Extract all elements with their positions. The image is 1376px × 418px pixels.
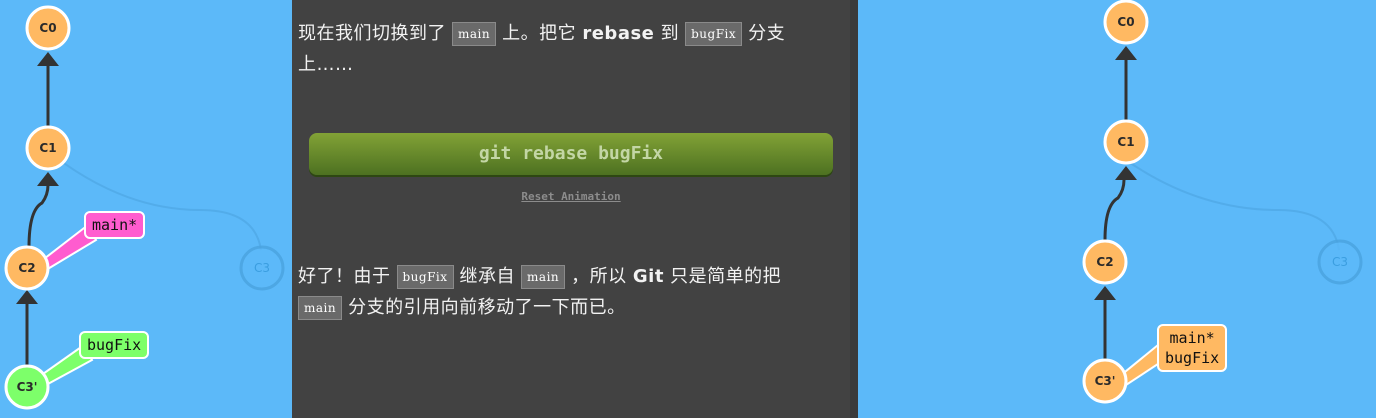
para2-text-4: 只是简单的把 xyxy=(670,266,782,287)
para1-text-2: 上。把它 xyxy=(502,23,577,44)
right-graph-svg: C0 C1 C2 C3 C3' xyxy=(1082,0,1363,404)
right-edge-c2-c1 xyxy=(1103,179,1126,241)
dialog-panel: 现在我们切换到了 main 上。把它 rebase 到 bugFix 分支上…… git… xyxy=(292,0,858,418)
left-commit-c2-label: C2 xyxy=(18,261,35,275)
para2-code-bugfix: bugFix xyxy=(396,265,454,289)
right-commit-c3-label: C3 xyxy=(1332,255,1348,269)
instruction-paragraph-2: 好了！由于 bugFix 继承自 main ，所以 Git 只是简单的把 main 分支的引… xyxy=(298,261,838,323)
right-arrowhead-c1 xyxy=(1115,166,1137,180)
para2-text-2: 继承自 xyxy=(459,266,516,287)
run-command-button[interactable]: git rebase bugFix xyxy=(309,133,833,175)
left-commit-graph: C0 C1 C2 C3 C3' main* bugFix xyxy=(0,0,292,418)
para1-text-3: 到 xyxy=(660,23,680,44)
left-commit-c3-label: C3 xyxy=(254,261,270,275)
para2-text-1: 好了！由于 xyxy=(298,266,391,287)
left-edge-c2-c1 xyxy=(27,184,50,248)
left-branch-bugfix[interactable]: bugFix xyxy=(79,331,150,359)
para2-text-5: 分支的引用向前移动了一下而已。 xyxy=(348,297,626,318)
para2-code-main: main xyxy=(521,265,566,289)
left-arrowhead-c1 xyxy=(37,172,59,186)
para1-code-main: main xyxy=(452,22,497,46)
left-arrowhead-c2 xyxy=(16,290,38,304)
para2-code-main-2: main xyxy=(298,296,343,320)
right-branch-tag[interactable]: main* bugFix xyxy=(1157,324,1228,372)
left-arrowhead-c0 xyxy=(37,52,59,66)
right-commit-c2-label: C2 xyxy=(1096,255,1113,269)
left-commit-c1-label: C1 xyxy=(39,141,56,155)
right-commit-graph: C0 C1 C2 C3 C3' main* bugFix xyxy=(858,0,1376,418)
left-commit-c3-prime-label: C3' xyxy=(17,380,38,394)
para2-text-3: ，所以 xyxy=(571,266,627,287)
para2-bold-git: Git xyxy=(632,266,664,287)
para1-code-bugfix: bugFix xyxy=(685,22,743,46)
right-commit-c3-prime-label: C3' xyxy=(1095,374,1116,388)
para1-bold-rebase: rebase xyxy=(582,23,655,44)
right-branch-main[interactable]: main* xyxy=(1165,328,1219,348)
right-arrowhead-c2 xyxy=(1094,286,1116,300)
right-branch-bugfix[interactable]: bugFix xyxy=(1165,348,1219,368)
right-commit-c1-label: C1 xyxy=(1117,135,1134,149)
right-edge-c1-c3 xyxy=(1125,159,1340,251)
left-commit-c0-label: C0 xyxy=(39,21,56,35)
left-branch-main[interactable]: main* xyxy=(84,211,146,239)
para1-text-1: 现在我们切换到了 xyxy=(298,23,446,44)
right-arrowhead-c0 xyxy=(1115,46,1137,60)
instruction-paragraph-1: 现在我们切换到了 main 上。把它 rebase 到 bugFix 分支上…… xyxy=(298,18,838,80)
right-commit-c0-label: C0 xyxy=(1117,15,1134,29)
reset-animation-link[interactable]: Reset Animation xyxy=(292,190,850,203)
